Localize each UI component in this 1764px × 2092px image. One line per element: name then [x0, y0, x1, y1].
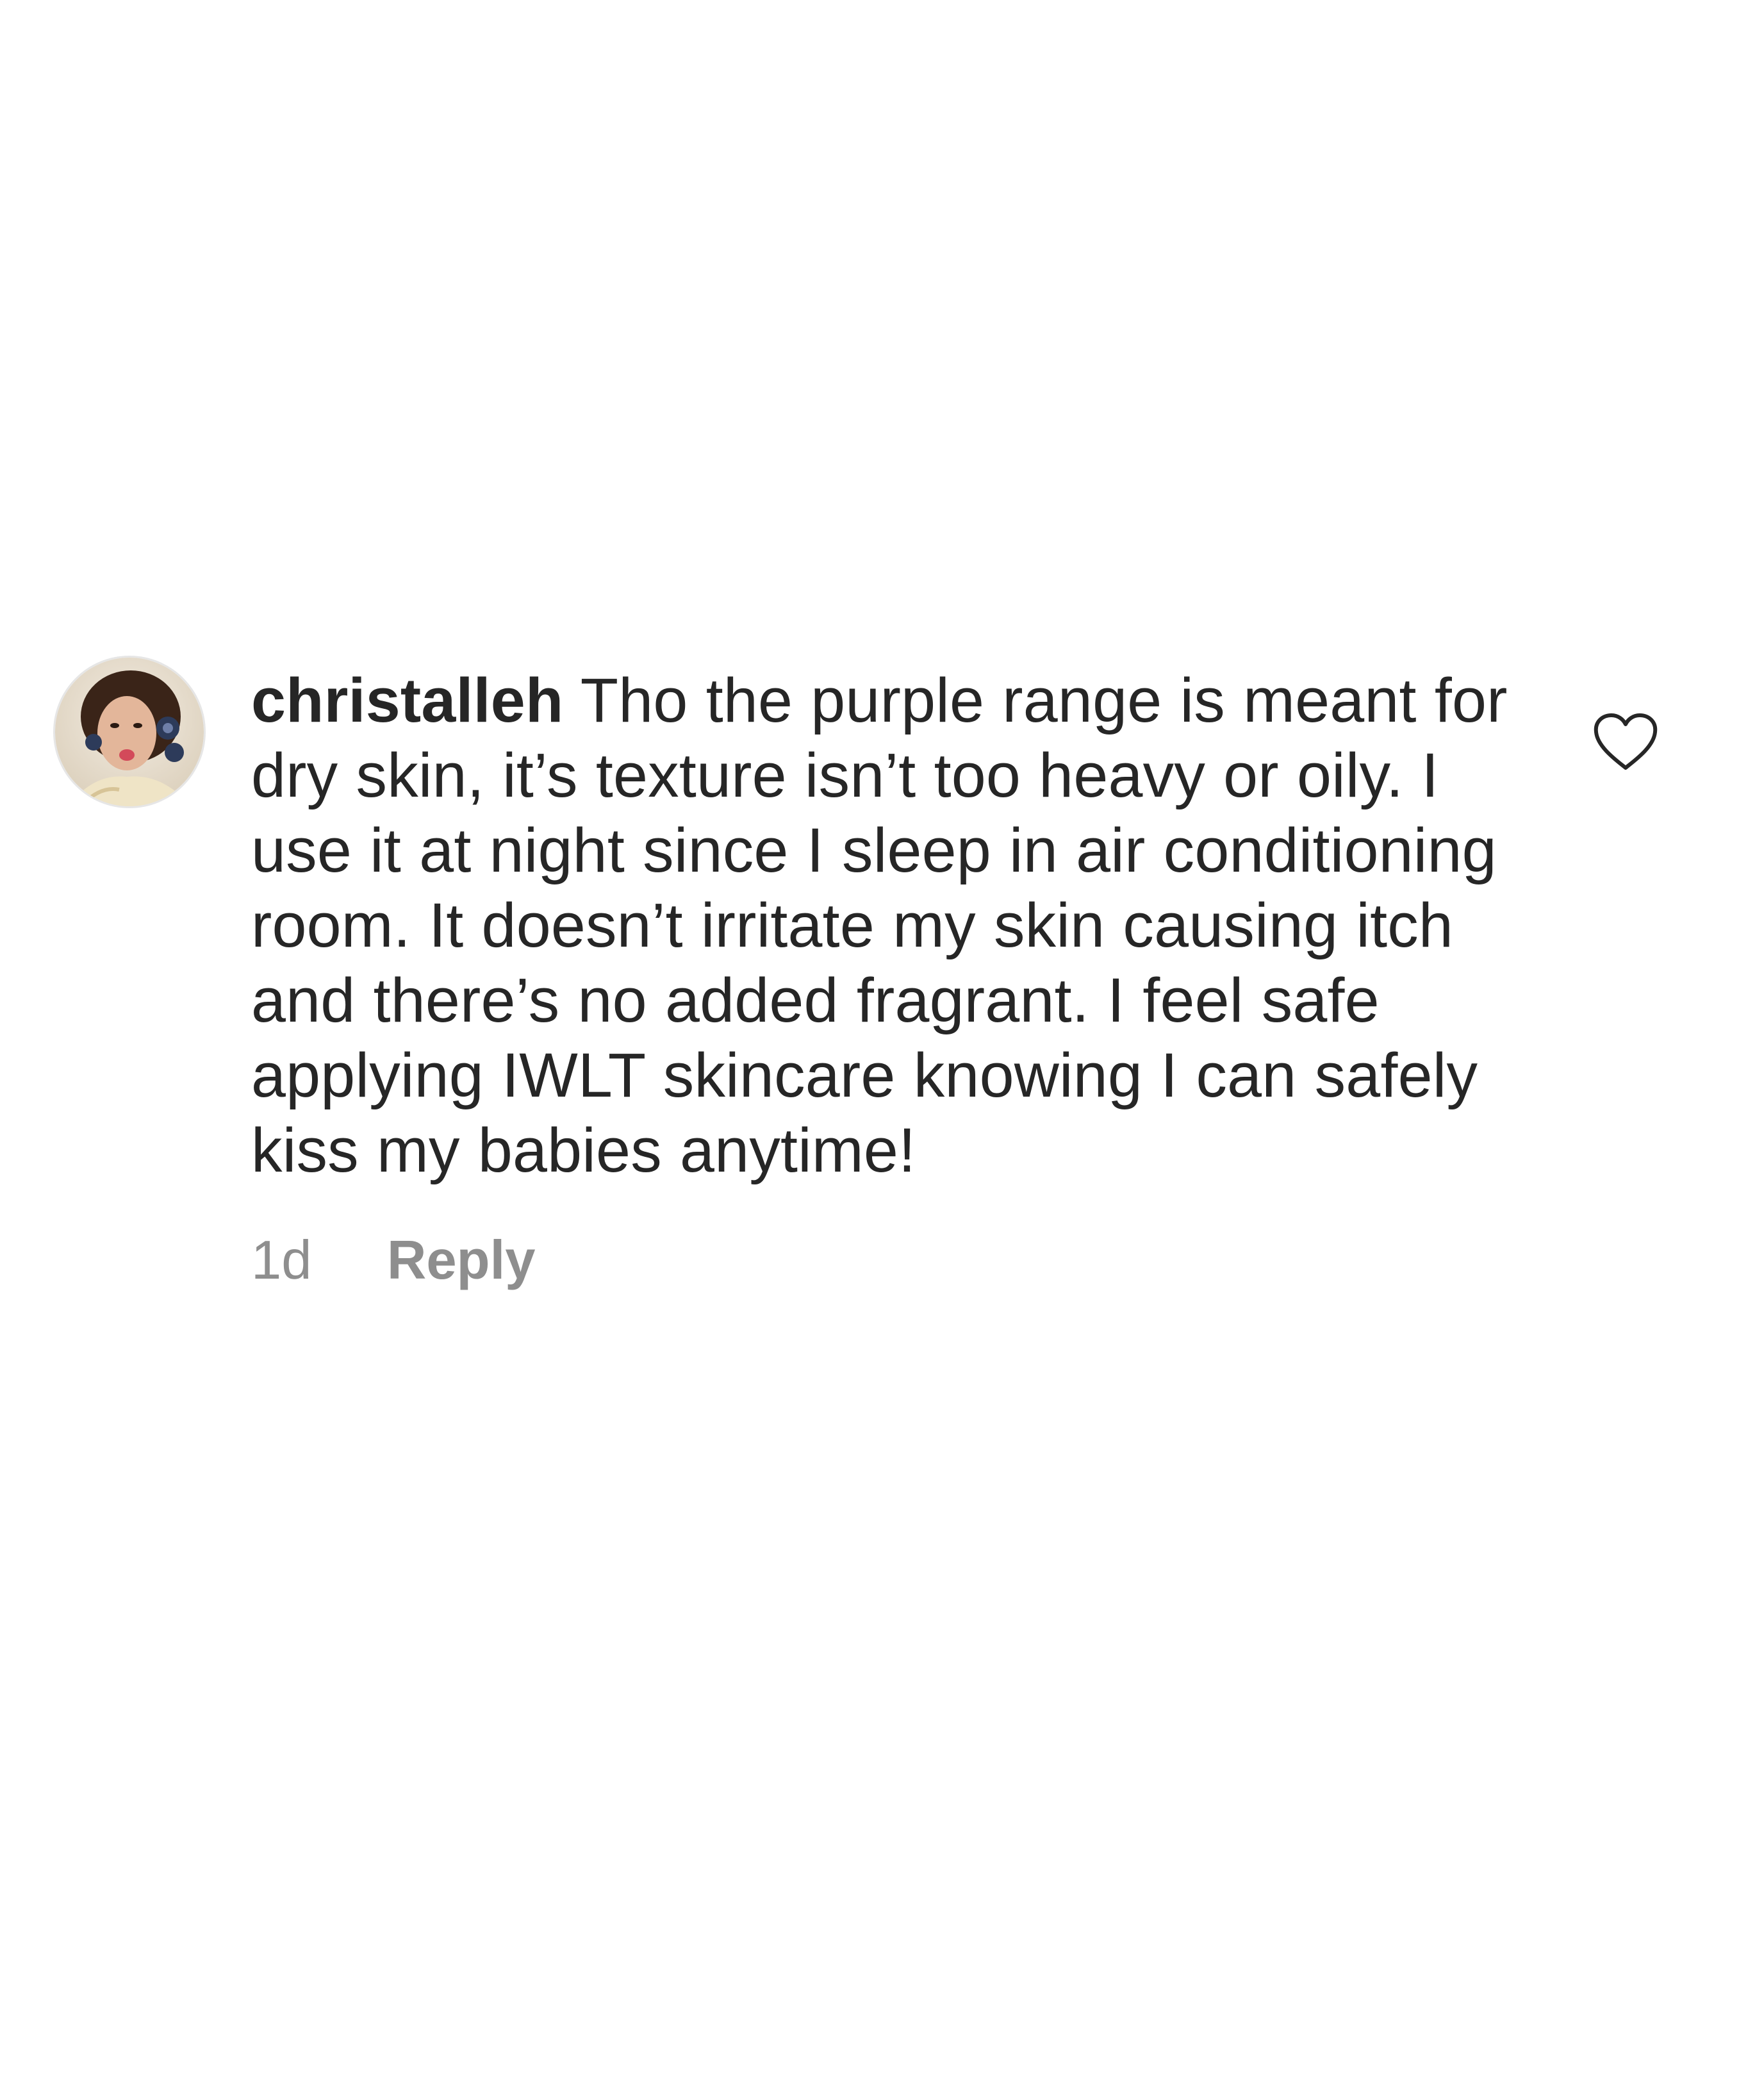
- comment-item: christalleh Tho the purple range is mean…: [55, 658, 1695, 1375]
- comment-body: christalleh Tho the purple range is mean…: [251, 663, 1526, 1293]
- heart-outline-icon: [1594, 713, 1658, 770]
- avatar[interactable]: [55, 658, 204, 806]
- timestamp[interactable]: 1d: [251, 1229, 312, 1293]
- like-button[interactable]: [1592, 711, 1659, 772]
- comment-meta: 1d Reply: [251, 1229, 1526, 1293]
- username-link[interactable]: christalleh: [251, 665, 563, 735]
- comment-text: christalleh Tho the purple range is mean…: [251, 663, 1526, 1188]
- comment-content: Tho the purple range is meant for dry sk…: [251, 665, 1508, 1185]
- avatar-image: [55, 658, 204, 806]
- reply-button[interactable]: Reply: [387, 1229, 535, 1293]
